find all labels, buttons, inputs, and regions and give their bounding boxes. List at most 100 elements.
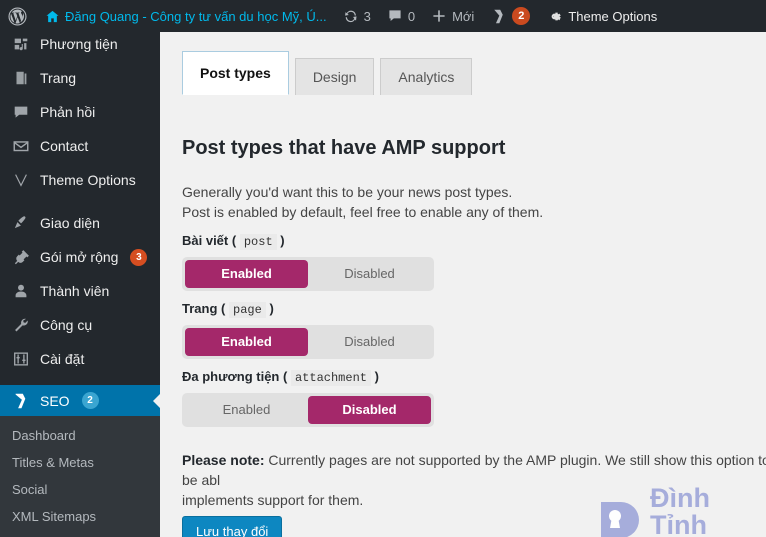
sidebar-item-label: Công cụ	[40, 317, 92, 333]
paren-open: (	[283, 369, 287, 384]
paren-close: )	[269, 301, 273, 316]
page-description: Generally you'd want this to be your new…	[182, 182, 543, 222]
toggle-switch[interactable]: Enabled Disabled	[182, 393, 434, 427]
sidebar-item-label: Contact	[40, 138, 88, 154]
sidebar-item-label: Phản hồi	[40, 104, 95, 120]
sidebar-item-label: Thành viên	[40, 283, 109, 299]
seo-submenu: Dashboard Titles & Metas Social XML Site…	[0, 416, 160, 537]
yoast-icon	[490, 8, 507, 25]
yoast-seo-menu[interactable]: 2	[482, 0, 538, 32]
note-label: Please note:	[182, 452, 264, 468]
comments-menu[interactable]: 0	[379, 0, 423, 32]
plus-icon	[431, 8, 447, 24]
description-line-2: Post is enabled by default, feel free to…	[182, 202, 543, 222]
toggle-switch[interactable]: Enabled Disabled	[182, 325, 434, 359]
admin-bar: Đăng Quang - Công ty tư vấn du học Mỹ, Ú…	[0, 0, 766, 32]
paren-open: (	[221, 301, 225, 316]
watermark-text: Đình Tỉnh SEO - DIGITAL	[650, 485, 766, 537]
sidebar-item-plugins[interactable]: Gói mở rộng 3	[0, 240, 160, 274]
toggle-switch[interactable]: Enabled Disabled	[182, 257, 434, 291]
updates-icon	[343, 8, 359, 24]
sidebar-item-appearance[interactable]: Giao diện	[0, 206, 160, 240]
d-keyhole-logo-icon	[598, 498, 642, 537]
sidebar-item-media[interactable]: Phương tiện	[0, 32, 160, 61]
site-name-menu[interactable]: Đăng Quang - Công ty tư vấn du học Mỹ, Ú…	[37, 0, 335, 32]
post-type-slug: page	[229, 302, 266, 318]
post-type-toggle-page: Trang ( page ) Enabled Disabled	[182, 301, 434, 359]
seo-notification-badge: 2	[82, 392, 99, 409]
theme-options-label: Theme Options	[568, 9, 657, 24]
submenu-item-social[interactable]: Social	[0, 476, 160, 503]
save-changes-button[interactable]: Lưu thay đổi	[182, 516, 282, 537]
watermark: Đình Tỉnh SEO - DIGITAL	[598, 485, 766, 537]
wordpress-logo-menu[interactable]	[0, 0, 37, 32]
main-content: Post types Design Analytics Post types t…	[160, 32, 766, 537]
sidebar-item-label: Giao diện	[40, 215, 100, 231]
site-name-label: Đăng Quang - Công ty tư vấn du học Mỹ, Ú…	[65, 9, 327, 24]
toggle-option-enabled[interactable]: Enabled	[185, 396, 308, 424]
post-type-slug: post	[240, 234, 277, 250]
page-title: Post types that have AMP support	[182, 137, 505, 160]
toggle-option-enabled[interactable]: Enabled	[185, 260, 308, 288]
paren-close: )	[280, 233, 284, 248]
yoast-icon	[11, 391, 31, 411]
submenu-item-titles-metas[interactable]: Titles & Metas	[0, 449, 160, 476]
paren-close: )	[375, 369, 379, 384]
sidebar-item-theme-options[interactable]: Theme Options	[0, 163, 160, 197]
sidebar-item-label: Cài đặt	[40, 351, 84, 367]
toggle-option-disabled[interactable]: Disabled	[308, 328, 431, 356]
toggle-label: Trang ( page )	[182, 301, 434, 317]
tab-post-types[interactable]: Post types	[182, 51, 289, 95]
tab-analytics[interactable]: Analytics	[380, 58, 472, 95]
comment-icon	[11, 102, 31, 122]
updates-count: 3	[364, 9, 371, 24]
users-icon	[11, 281, 31, 301]
submenu-item-xml-sitemaps[interactable]: XML Sitemaps	[0, 503, 160, 530]
post-type-slug: attachment	[291, 370, 371, 386]
post-type-toggle-attachment: Đa phương tiện ( attachment ) Enabled Di…	[182, 369, 434, 427]
toggle-label-text: Trang	[182, 301, 217, 316]
comment-icon	[387, 8, 403, 24]
page-icon	[11, 68, 31, 88]
sidebar-item-label: Trang	[40, 70, 76, 86]
sidebar-item-comments[interactable]: Phản hồi	[0, 95, 160, 129]
tab-design[interactable]: Design	[295, 58, 375, 95]
admin-sidebar: Phương tiện Trang Phản hồi Contact	[0, 32, 160, 537]
toggle-label-text: Bài viết	[182, 233, 228, 248]
gear-icon	[546, 8, 563, 25]
tools-icon	[11, 315, 31, 335]
home-icon	[45, 9, 60, 24]
updates-menu[interactable]: 3	[335, 0, 379, 32]
wordpress-icon	[8, 7, 27, 26]
sidebar-item-tools[interactable]: Công cụ	[0, 308, 160, 342]
media-icon	[11, 34, 31, 54]
submenu-item-dashboard[interactable]: Dashboard	[0, 422, 160, 449]
sidebar-item-label: Phương tiện	[40, 36, 118, 52]
theme-options-menu[interactable]: Theme Options	[538, 0, 665, 32]
toggle-label: Đa phương tiện ( attachment )	[182, 369, 434, 385]
sidebar-item-seo[interactable]: SEO 2	[0, 385, 160, 416]
sidebar-item-label: Theme Options	[40, 172, 136, 188]
mail-icon	[11, 136, 31, 156]
post-type-toggle-post: Bài viết ( post ) Enabled Disabled	[182, 233, 434, 291]
new-content-menu[interactable]: Mới	[423, 0, 482, 32]
appearance-icon	[11, 213, 31, 233]
menu-separator	[0, 376, 160, 385]
sidebar-item-label: SEO	[40, 393, 70, 409]
sidebar-item-pages[interactable]: Trang	[0, 61, 160, 95]
sidebar-item-users[interactable]: Thành viên	[0, 274, 160, 308]
sidebar-item-settings[interactable]: Cài đặt	[0, 342, 160, 376]
sidebar-item-contact[interactable]: Contact	[0, 129, 160, 163]
sidebar-item-label: Gói mở rộng	[40, 249, 118, 265]
toggle-option-disabled[interactable]: Disabled	[308, 260, 431, 288]
v-icon	[11, 170, 31, 190]
description-line-1: Generally you'd want this to be your new…	[182, 182, 543, 202]
toggle-label: Bài viết ( post )	[182, 233, 434, 249]
toggle-option-disabled[interactable]: Disabled	[308, 396, 431, 424]
paren-open: (	[232, 233, 236, 248]
plugin-icon	[11, 247, 31, 267]
toggle-label-text: Đa phương tiện	[182, 369, 279, 384]
settings-icon	[11, 349, 31, 369]
tab-bar: Post types Design Analytics	[182, 51, 472, 95]
toggle-option-enabled[interactable]: Enabled	[185, 328, 308, 356]
